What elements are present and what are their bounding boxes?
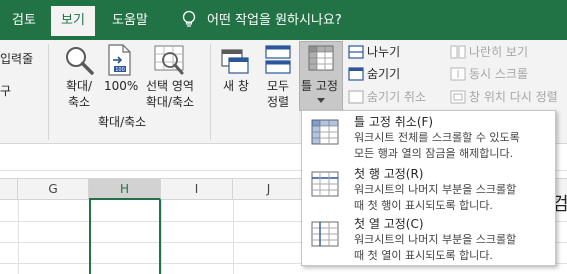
zoom-selection-line1: 선택 영역 [146,79,194,93]
zoom-magnifier-icon[interactable] [62,44,96,78]
arrange-all-line2: 정렬 [266,95,290,109]
unhide-window-icon [348,90,364,104]
group-separator [48,44,49,140]
group-separator [210,44,211,140]
split-button[interactable]: 나누기 [367,44,400,60]
freeze-panes-icon [308,45,334,71]
reset-position-icon [450,90,466,104]
freeze-panes-label: 틀 고정 [301,79,338,93]
zoom-100-icon[interactable]: 100 [106,43,134,77]
freeze-top-row-title: 첫 행 고정(R) [354,167,424,181]
group-zoom-label: 확대/축소 [98,115,147,129]
tab-help[interactable]: 도움말 [112,6,148,36]
reset-window-position-button[interactable]: 창 위치 다시 정렬 [469,89,558,105]
formula-bar-checkbox-label[interactable]: 입력줄 [0,51,33,67]
new-window-button[interactable]: 새 창 [220,78,252,94]
freeze-first-column-icon [311,221,339,247]
zoom-to-selection-button[interactable]: 선택 영역 확대/축소 [140,78,200,110]
freeze-top-row-desc-line1: 워크시트의 나머지 부분을 스크롤할 [354,183,517,196]
view-side-by-side-button[interactable]: 나란히 보기 [469,44,528,60]
column-header-h[interactable]: H [89,179,161,200]
menu-item-unfreeze-panes[interactable]: 틀 고정 취소(F) 워크시트 전체를 스크롤할 수 있도록 모든 행과 열의 … [303,113,554,164]
column-header-partial[interactable] [0,179,18,200]
column-header-i[interactable]: I [161,179,233,200]
svg-text:100: 100 [115,67,125,73]
hide-button[interactable]: 숨기기 [367,66,400,82]
arrange-all-button[interactable]: 모두 정렬 [262,78,294,110]
zoom-label-line1: 확대/ [65,79,93,93]
new-window-icon[interactable] [220,44,250,76]
freeze-panes-dropdown: 틀 고정 취소(F) 워크시트 전체를 스크롤할 수 있도록 모든 행과 열의 … [301,110,556,266]
side-by-side-icon [450,45,466,59]
freeze-first-column-title: 첫 열 고정(C) [354,217,424,231]
freeze-top-row-desc-line2: 때 첫 행이 표시되도록 합니다. [354,199,493,212]
zoom-100-button[interactable]: 100% [104,78,138,94]
unhide-button[interactable]: 숨기기 취소 [367,89,426,105]
unfreeze-panes-icon [311,119,339,145]
sync-scroll-icon [450,67,466,81]
zoom-label-line2: 축소 [67,95,91,109]
tab-view[interactable]: 보기 [51,6,95,36]
zoom-button[interactable]: 확대/ 축소 [60,78,98,110]
menu-item-freeze-first-column[interactable]: 첫 열 고정(C) 워크시트의 나머지 부분을 스크롤할 때 첫 열이 표시되도… [303,215,554,266]
freeze-first-column-desc-line1: 워크시트의 나머지 부분을 스크롤할 [354,233,517,246]
tell-me-search[interactable]: 어떤 작업을 원하시나요? [207,6,342,36]
freeze-top-row-icon [311,171,339,197]
split-icon [348,45,364,59]
tab-review[interactable]: 검토 [12,6,36,36]
chevron-down-icon [317,98,325,103]
column-gridline [18,200,19,274]
unfreeze-title: 틀 고정 취소(F) [354,115,434,129]
freeze-first-column-desc-line2: 때 첫 열이 표시되도록 합니다. [354,249,493,262]
column-header-j[interactable]: J [233,179,305,200]
selected-column-h[interactable] [89,200,161,274]
zoom-selection-line2: 확대/축소 [145,95,195,109]
lightbulb-icon[interactable] [181,10,197,30]
column-gridline [161,200,162,274]
arrange-all-line1: 모두 [266,79,290,93]
partial-label: 구 [0,84,12,98]
column-header-g[interactable]: G [18,179,89,200]
menu-item-freeze-top-row[interactable]: 첫 행 고정(R) 워크시트의 나머지 부분을 스크롤할 때 첫 행이 표시되도… [303,165,554,216]
zoom-to-selection-icon[interactable] [153,44,187,78]
unfreeze-desc-line2: 모든 행과 열의 잠금을 해제합니다. [354,147,514,160]
hide-window-icon [348,67,364,81]
unfreeze-desc-line1: 워크시트 전체를 스크롤할 수 있도록 [354,131,520,144]
column-gridline [233,200,234,274]
sync-scroll-button[interactable]: 동시 스크롤 [469,66,528,82]
arrange-all-icon[interactable] [264,44,292,76]
